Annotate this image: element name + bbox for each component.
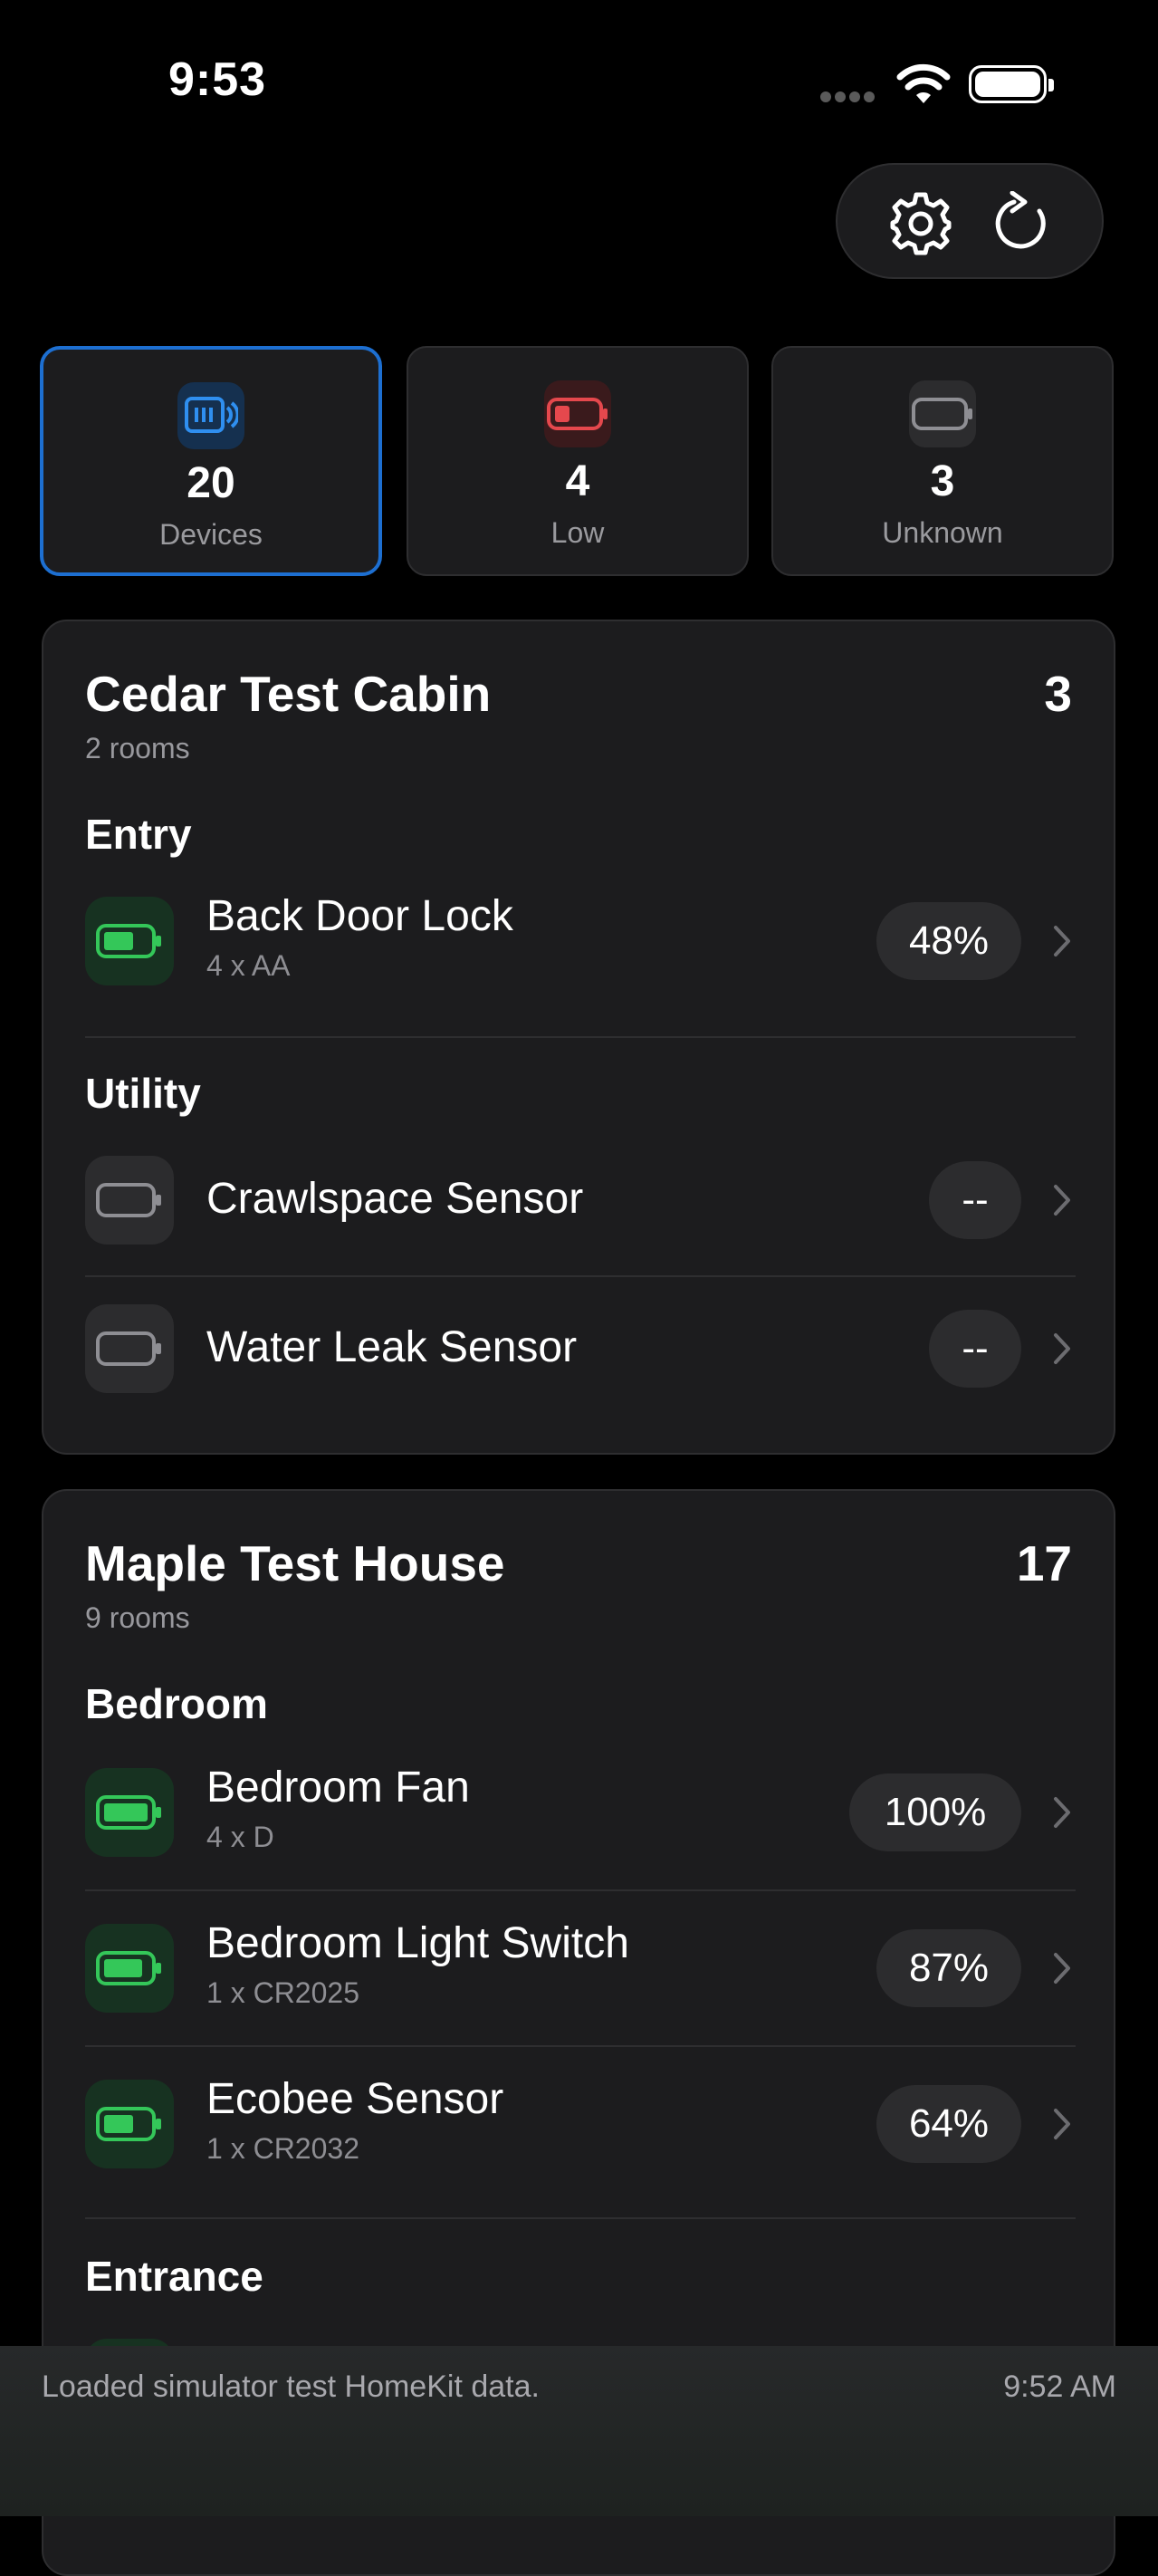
device-name: Bedroom Fan [206, 1764, 470, 1812]
summary-devices-card[interactable]: 20 Devices [40, 346, 382, 576]
battery-ok-icon [85, 1924, 174, 2013]
battery-level-badge: 87% [876, 1929, 1021, 2007]
device-battery-spec: 4 x AA [206, 949, 291, 982]
chevron-right-icon [1054, 1953, 1070, 1984]
chevron-right-icon [1054, 926, 1070, 956]
chevron-right-icon [1054, 1185, 1070, 1216]
status-battery-icon [969, 65, 1054, 103]
battery-level-badge: 48% [876, 902, 1021, 980]
chevron-right-icon [1054, 1333, 1070, 1364]
status-bar: 9:53 [0, 0, 1158, 136]
device-battery-spec: 4 x D [206, 1821, 274, 1853]
summary-unknown-card[interactable]: 3 Unknown [771, 346, 1114, 576]
status-toast: Loaded simulator test HomeKit data. 9:52… [0, 2346, 1158, 2516]
device-row[interactable]: Ecobee Sensor 1 x CR2032 64% [85, 2075, 1076, 2168]
device-name: Water Leak Sensor [206, 1323, 578, 1371]
cellular-icon [820, 91, 878, 102]
divider [85, 1275, 1076, 1277]
room-title: Entry [85, 811, 192, 858]
home-device-count: 17 [1016, 1535, 1072, 1591]
device-battery-spec: 1 x CR2032 [206, 2132, 359, 2165]
toast-message: Loaded simulator test HomeKit data. [42, 2369, 540, 2404]
unknown-label: Unknown [882, 516, 1003, 549]
battery-ok-icon [85, 2080, 174, 2168]
home-name: Maple Test House [85, 1535, 505, 1591]
battery-ok-icon [85, 897, 174, 985]
toolbar [836, 163, 1104, 279]
refresh-button[interactable] [982, 183, 1062, 263]
home-rooms-count: 9 rooms [85, 1601, 190, 1634]
battery-ok-icon [85, 1768, 174, 1857]
home-rooms-count: 2 rooms [85, 732, 190, 764]
room-title: Entrance [85, 2253, 263, 2300]
device-row[interactable]: Crawlspace Sensor -- [85, 1156, 1076, 1245]
device-battery-spec: 1 x CR2025 [206, 1976, 359, 2009]
chevron-right-icon [1054, 1797, 1070, 1828]
summary-low-card[interactable]: 4 Low [407, 346, 749, 576]
battery-unknown-icon [909, 380, 976, 447]
settings-button[interactable] [881, 183, 961, 263]
battery-level-badge: -- [929, 1310, 1021, 1388]
refresh-icon [995, 191, 1046, 249]
divider [85, 2217, 1076, 2219]
battery-level-badge: -- [929, 1161, 1021, 1239]
battery-unknown-icon [85, 1156, 174, 1245]
chevron-right-icon [1054, 2109, 1070, 2139]
room-title: Utility [85, 1070, 201, 1117]
devices-count: 20 [187, 459, 235, 507]
room-title: Bedroom [85, 1680, 268, 1727]
low-count: 4 [565, 457, 590, 505]
home-name: Cedar Test Cabin [85, 666, 492, 722]
divider [85, 2045, 1076, 2047]
status-time: 9:53 [168, 53, 267, 106]
toast-time: 9:52 AM [1003, 2369, 1116, 2404]
device-name: Ecobee Sensor [206, 2075, 504, 2123]
device-name: Back Door Lock [206, 892, 513, 940]
gear-icon [890, 192, 952, 255]
battery-unknown-icon [85, 1304, 174, 1393]
devices-icon [177, 382, 244, 449]
device-row[interactable]: Back Door Lock 4 x AA 48% [85, 892, 1076, 985]
divider [85, 1036, 1076, 1038]
home-card-cedar: Cedar Test Cabin 3 2 rooms Entry Back Do… [42, 620, 1115, 1455]
unknown-count: 3 [930, 457, 955, 505]
device-name: Bedroom Light Switch [206, 1919, 629, 1967]
low-label: Low [550, 516, 605, 549]
devices-label: Devices [159, 518, 263, 551]
device-row[interactable]: Water Leak Sensor -- [85, 1304, 1076, 1393]
battery-level-badge: 100% [849, 1773, 1021, 1851]
device-name: Crawlspace Sensor [206, 1175, 584, 1223]
battery-low-icon [544, 380, 611, 447]
wifi-icon [896, 63, 951, 110]
device-row[interactable]: Bedroom Light Switch 1 x CR2025 87% [85, 1919, 1076, 2013]
device-row[interactable]: Bedroom Fan 4 x D 100% [85, 1764, 1076, 1857]
home-device-count: 3 [1044, 666, 1072, 722]
battery-level-badge: 64% [876, 2085, 1021, 2163]
divider [85, 1889, 1076, 1891]
